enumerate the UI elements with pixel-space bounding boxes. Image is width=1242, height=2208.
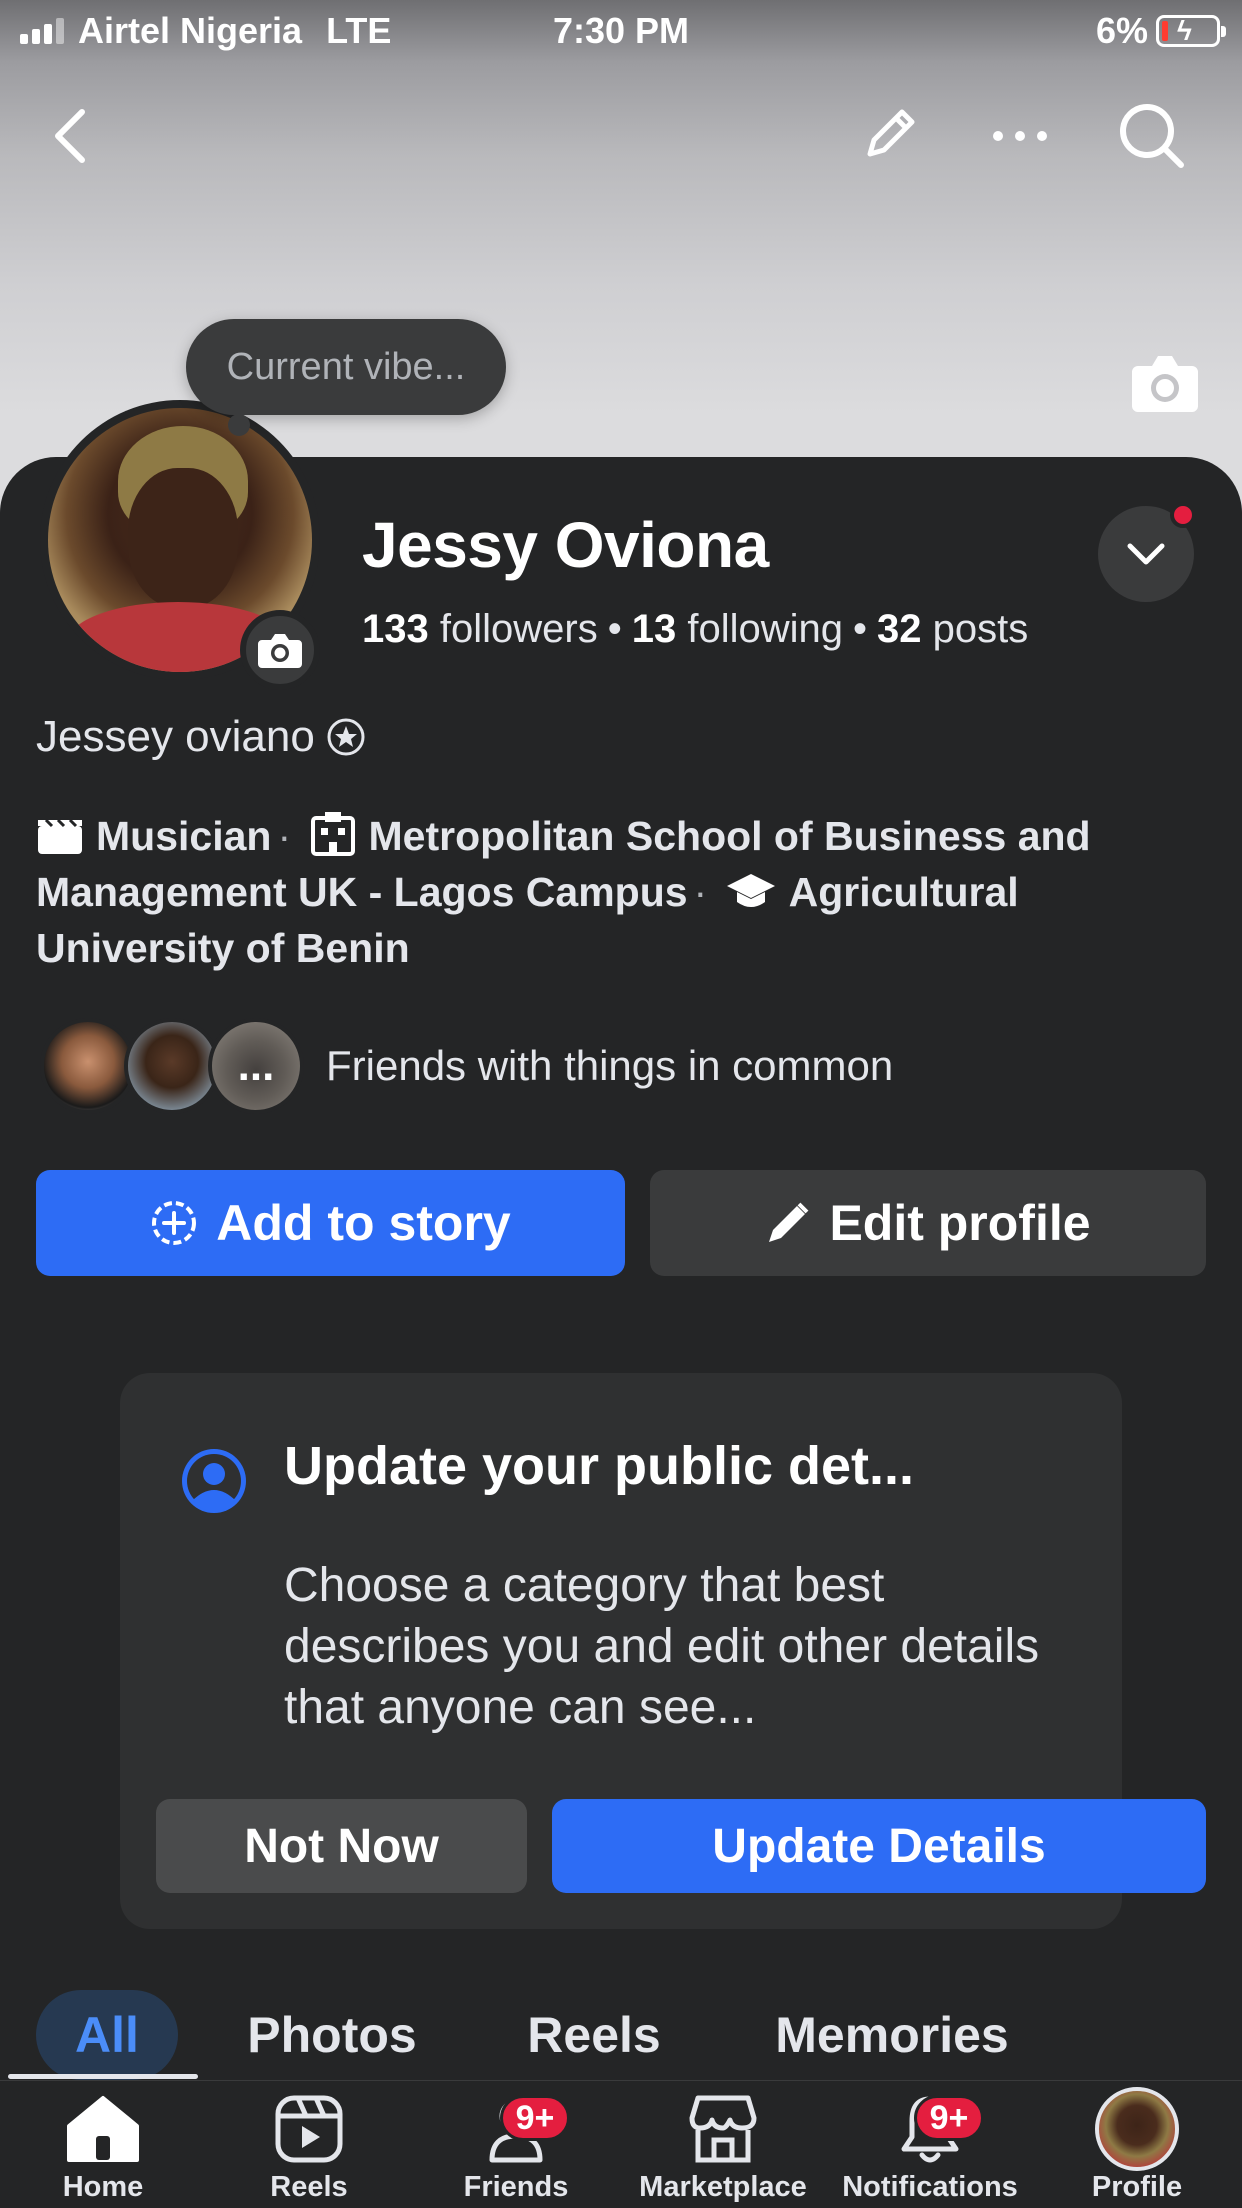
edit-pencil-icon[interactable]	[852, 100, 924, 172]
friend-avatar[interactable]	[124, 1018, 220, 1114]
profile-name: Jessy Oviona	[362, 509, 769, 581]
chevron-down-icon	[1127, 543, 1165, 565]
search-icon[interactable]	[1116, 100, 1188, 172]
home-icon	[65, 2089, 141, 2169]
nav-marketplace-label: Marketplace	[639, 2171, 807, 2203]
followers-count[interactable]: 133	[362, 607, 429, 651]
nav-home-label: Home	[62, 2171, 144, 2203]
nav-profile[interactable]: Profile	[1037, 2087, 1237, 2208]
cover-camera-icon[interactable]	[1130, 352, 1200, 414]
update-public-details-card: Update your public det... Choose a categ…	[120, 1373, 1206, 1929]
add-to-story-button[interactable]: Add to story	[36, 1170, 625, 1276]
alternate-name-text: Jessey oviano	[36, 712, 315, 761]
friends-icon: 9+	[456, 2089, 576, 2169]
nav-notifications[interactable]: 9+ Notifications	[830, 2089, 1030, 2208]
card-body: Choose a category that best describes yo…	[284, 1559, 1040, 1734]
battery-icon: ϟ	[1156, 15, 1226, 47]
add-to-story-label: Add to story	[216, 1195, 511, 1251]
building-icon	[310, 812, 355, 856]
profile-person-icon	[182, 1449, 246, 1513]
status-time: 7:30 PM	[552, 10, 690, 51]
vibe-bubble-tail	[228, 414, 250, 436]
bell-icon: 9+	[870, 2089, 990, 2169]
profile-tabs: All Photos Reels Memories	[0, 1990, 1242, 2080]
avatar-camera-icon[interactable]	[240, 610, 320, 690]
pencil-icon	[769, 1202, 809, 1242]
notification-dot	[1170, 502, 1196, 528]
profile-details: Musician · Metropolitan School of Busines…	[36, 808, 1216, 976]
tab-reels[interactable]: Reels	[502, 1990, 686, 2080]
nav-reels[interactable]: Reels	[209, 2089, 409, 2208]
friends-badge: 9+	[500, 2095, 570, 2141]
battery-status: 6% ϟ	[1095, 10, 1226, 52]
tab-photos[interactable]: Photos	[226, 1990, 438, 2080]
notifications-badge: 9+	[914, 2095, 984, 2141]
nav-reels-label: Reels	[270, 2171, 348, 2203]
occupation: Musician	[96, 813, 272, 859]
graduation-cap-icon	[726, 874, 775, 907]
following-label[interactable]: following	[687, 607, 843, 651]
update-details-button[interactable]: Update Details	[552, 1799, 1206, 1893]
edit-profile-button[interactable]: Edit profile	[650, 1170, 1206, 1276]
star-badge-icon	[327, 718, 365, 756]
mutual-friends-row[interactable]: ... Friends with things in common	[40, 1016, 893, 1116]
friend-avatar[interactable]	[40, 1018, 136, 1114]
friends-common-text[interactable]: Friends with things in common	[326, 1042, 893, 1090]
friend-avatar-more[interactable]: ...	[208, 1018, 304, 1114]
tab-all[interactable]: All	[36, 1990, 178, 2080]
top-navigation	[0, 90, 1242, 180]
profile-dropdown-button[interactable]	[1098, 502, 1196, 602]
nav-notifications-label: Notifications	[842, 2171, 1018, 2203]
posts-label: posts	[932, 607, 1029, 651]
clapperboard-icon	[38, 818, 82, 854]
active-tab-indicator	[8, 2074, 198, 2079]
posts-count: 32	[877, 607, 922, 651]
nav-friends-label: Friends	[463, 2171, 569, 2203]
status-bar: Airtel Nigeria LTE 7:30 PM 6% ϟ	[0, 0, 1242, 62]
following-count[interactable]: 13	[632, 607, 677, 651]
alternate-name: Jessey oviano	[36, 712, 365, 762]
nav-home[interactable]: Home	[3, 2089, 203, 2208]
profile-avatar-icon	[1095, 2087, 1179, 2171]
card-title: Update your public det...	[284, 1436, 915, 1496]
not-now-button[interactable]: Not Now	[156, 1799, 527, 1893]
back-icon[interactable]	[34, 100, 106, 172]
bottom-navigation: Home Reels 9+ Friends Marketplace 9+ Not…	[0, 2080, 1242, 2208]
add-story-icon	[152, 1201, 197, 1245]
battery-percent: 6%	[1095, 10, 1148, 51]
more-friends-ellipsis: ...	[237, 1041, 275, 1090]
nav-friends[interactable]: 9+ Friends	[416, 2089, 616, 2208]
marketplace-icon	[686, 2089, 760, 2169]
tab-memories[interactable]: Memories	[752, 1990, 1032, 2080]
profile-stats: 133 followers • 13 following • 32 posts	[362, 607, 1029, 651]
reels-icon	[274, 2089, 344, 2169]
edit-profile-label: Edit profile	[829, 1195, 1091, 1251]
nav-marketplace[interactable]: Marketplace	[623, 2089, 823, 2208]
nav-profile-label: Profile	[1091, 2171, 1183, 2203]
followers-label[interactable]: followers	[440, 607, 598, 651]
more-options-icon[interactable]	[984, 100, 1056, 172]
current-vibe-bubble[interactable]: Current vibe...	[186, 319, 506, 415]
